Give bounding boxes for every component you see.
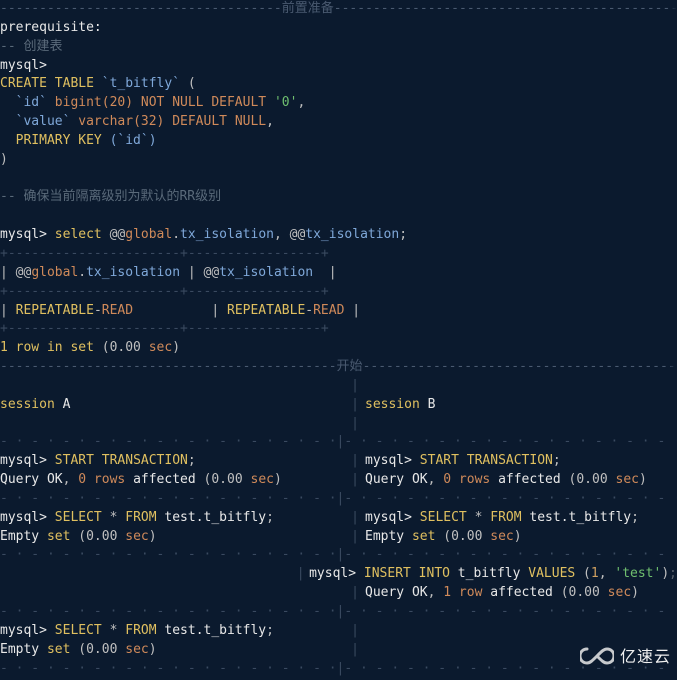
row-empty-1: Empty set (0.00 sec) | Empty set (0.00 s… (0, 528, 677, 547)
table-rule: +----------------------+----------------… (0, 245, 677, 264)
one-row: 1 row in set (0.00 sec) (0, 339, 677, 358)
session-headers: session A | session B (0, 396, 677, 415)
mysql-prompt-1: mysql> (0, 57, 677, 76)
row-select-2: mysql> SELECT * FROM test.t_bitfly; | (0, 622, 677, 641)
row-empty-2: Empty set (0.00 sec) | (0, 641, 677, 660)
comment-create: -- 创建表 (0, 38, 677, 57)
row-start-txn: mysql> START TRANSACTION; | mysql> START… (0, 452, 677, 471)
watermark-text: 亿速云 (620, 645, 671, 668)
table-rule-3: +----------------------+----------------… (0, 320, 677, 339)
row-query-ok: Query OK, 0 rows affected (0.00 sec) | Q… (0, 471, 677, 490)
stmt-create: CREATE TABLE `t_bitfly` ( (0, 75, 677, 94)
row-b-insert: | mysql> INSERT INTO t_bitfly VALUES (1,… (0, 565, 677, 584)
col-id: `id` bigint(20) NOT NULL DEFAULT '0', (0, 94, 677, 113)
col-value: `value` varchar(32) DEFAULT NULL, (0, 113, 677, 132)
table-row: | REPEATABLE-READ | REPEATABLE-READ | (0, 302, 677, 321)
terminal-screenshot: { "header": { "dashes_left": "----------… (0, 0, 677, 680)
row-select-1: mysql> SELECT * FROM test.t_bitfly; | my… (0, 509, 677, 528)
stmt-close: ) (0, 151, 677, 170)
watermark: 亿速云 (580, 645, 671, 668)
section-rule-begin: ----------------------------------------… (0, 358, 677, 377)
table-rule-2: +----------------------+----------------… (0, 283, 677, 302)
col-pk: PRIMARY KEY (`id`) (0, 132, 677, 151)
comment-rr: -- 确保当前隔离级别为默认的RR级别 (0, 188, 677, 207)
line-prereq: prerequisite: (0, 19, 677, 38)
table-header: | @@global.tx_isolation | @@tx_isolation… (0, 264, 677, 283)
row-b-insert-ok: | Query OK, 1 row affected (0.00 sec) (0, 584, 677, 603)
stmt-select-iso: mysql> select @@global.tx_isolation, @@t… (0, 226, 677, 245)
infinity-icon (580, 645, 614, 667)
section-rule-top: ------------------------------------前置准备… (0, 0, 677, 19)
